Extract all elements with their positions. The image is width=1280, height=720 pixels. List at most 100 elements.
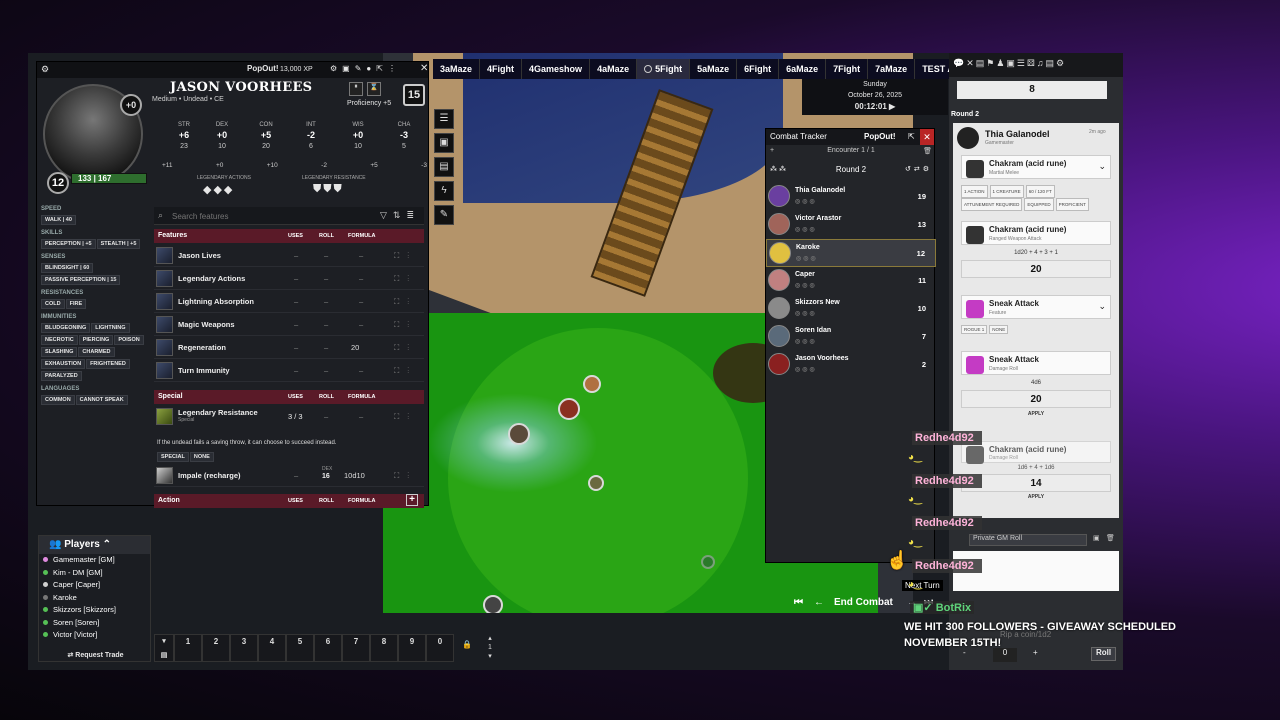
add-action-icon[interactable]: + (406, 494, 418, 506)
lightning-icon[interactable]: ϟ (434, 181, 454, 201)
feature-menu-icon[interactable]: ⛶⋮ (394, 343, 417, 353)
combatant-row[interactable]: Caper ◎◎◎ 11 (766, 267, 936, 295)
legendary-action-pips[interactable]: ◆◆◆ (203, 183, 234, 196)
combatant-row[interactable]: Skizzors New ◎◎◎ 10 (766, 295, 936, 323)
special-row[interactable]: Legendary Resistance Special 3 / 3 – – ⛶⋮ (154, 405, 424, 428)
list-icon[interactable]: ☰ (434, 109, 454, 129)
hourglass-icon[interactable]: ⌛ (367, 82, 381, 96)
impale-row[interactable]: Impale (recharge) – DEX 16 10d10 ⛶⋮ (154, 464, 424, 487)
previous-roll-total[interactable]: 8 (957, 81, 1107, 99)
feature-row[interactable]: Legendary Actions – – – ⛶⋮ (154, 267, 424, 290)
initiative-badge[interactable]: +0 (120, 94, 142, 116)
hotbar-controls[interactable]: ▾ ▤ (154, 634, 174, 662)
combatant-initiative[interactable]: 11 (918, 276, 926, 285)
save-con[interactable]: +10 (267, 162, 278, 169)
player-entry[interactable]: Soren [Soren] (39, 617, 150, 630)
ability-con[interactable]: CON +5 20 (247, 122, 285, 150)
apply-damage-button[interactable]: APPLY (961, 411, 1111, 417)
macro-slot[interactable]: 9 (398, 634, 426, 662)
feature-row[interactable]: Turn Immunity – – – ⛶⋮ (154, 359, 424, 382)
save-str[interactable]: +11 (162, 162, 173, 169)
round-controls-icon[interactable]: ↺⇄⚙ (905, 165, 932, 173)
damage-total[interactable]: 14 (961, 474, 1111, 492)
first-turn-icon[interactable]: ⏮ (794, 597, 803, 608)
feature-row[interactable]: Magic Weapons – – – ⛶⋮ (154, 313, 424, 336)
scene-tab-3amaze[interactable]: 3aMaze (433, 59, 481, 79)
save-cha[interactable]: -3 (421, 162, 427, 169)
scene-tab-6amaze[interactable]: 6aMaze (779, 59, 827, 79)
damage-card[interactable]: Chakram (acid rune) Damage Roll (961, 441, 1111, 464)
ability-cha[interactable]: CHA -3 5 (385, 122, 423, 150)
scene-tab-4fight[interactable]: 4Fight (480, 59, 523, 79)
combatant-status-icons[interactable]: ◎◎◎ (795, 366, 817, 373)
combatant-avatar[interactable] (768, 185, 790, 207)
feature-menu-icon[interactable]: ⛶⋮ (394, 366, 417, 376)
lock-icon[interactable]: ▣ (434, 133, 454, 153)
combatant-avatar[interactable] (768, 325, 790, 347)
player-entry[interactable]: Caper [Caper] (39, 579, 150, 592)
combatant-status-icons[interactable]: ◎◎◎ (795, 310, 817, 317)
external-link-icon[interactable]: ⇱ (908, 129, 915, 145)
save-wis[interactable]: +5 (370, 162, 377, 169)
feature-row[interactable]: Lightning Absorption – – – ⛶⋮ (154, 290, 424, 313)
scene-tab-6fight[interactable]: 6Fight (737, 59, 780, 79)
chevron-down-icon[interactable]: ⌄ (1098, 161, 1106, 172)
legendary-resistance-pips[interactable]: ⛊⛊⛊ (313, 183, 344, 196)
feature-menu-icon[interactable]: ⛶⋮ (394, 251, 417, 261)
combatant-status-icons[interactable]: ◎◎◎ (795, 282, 817, 289)
apply-damage-button[interactable]: APPLY (961, 494, 1111, 500)
feature-menu-icon[interactable]: ⛶⋮ (394, 297, 417, 307)
feature-row[interactable]: Jason Lives – – – ⛶⋮ (154, 244, 424, 267)
end-combat-button[interactable]: End Combat (834, 597, 893, 608)
trash-icon[interactable]: 🗑 (923, 147, 932, 155)
player-entry[interactable]: Karoke (39, 592, 150, 605)
scroll-icon[interactable]: ▤ (434, 157, 454, 177)
rest-icon[interactable]: ⏸ (349, 82, 363, 96)
special-uses[interactable]: 3 / 3 (288, 412, 303, 421)
settings-icon[interactable]: ⚙ (41, 64, 49, 75)
macro-slot[interactable]: 7 (342, 634, 370, 662)
scene-tab-5amaze[interactable]: 5aMaze (690, 59, 738, 79)
attack-total[interactable]: 20 (961, 260, 1111, 278)
skill-chip[interactable]: STEALTH | +5 (96, 239, 141, 249)
combatant-avatar[interactable] (768, 297, 790, 319)
impale-menu-icon[interactable]: ⛶⋮ (394, 471, 417, 481)
save-icon[interactable]: ▣ (1093, 534, 1100, 542)
player-entry[interactable]: Gamemaster [GM] (39, 554, 150, 567)
add-encounter-icon[interactable]: + (770, 147, 774, 154)
macro-slot[interactable]: 5 (286, 634, 314, 662)
combatant-initiative[interactable]: 2 (922, 360, 926, 369)
token-marker[interactable] (701, 555, 715, 569)
macro-slot[interactable]: 1 (174, 634, 202, 662)
combatant-row[interactable]: Soren Idan ◎◎◎ 7 (766, 323, 936, 351)
token-bottom[interactable] (483, 595, 503, 613)
trash-icon[interactable]: 🗑 (1106, 534, 1115, 542)
close-icon[interactable]: ✕ (420, 63, 428, 74)
token-small[interactable] (588, 475, 604, 491)
scene-tab-4gameshow[interactable]: 4Gameshow (522, 59, 591, 79)
scene-tab-7amaze[interactable]: 7aMaze (868, 59, 916, 79)
impale-formula[interactable]: 10d10 (344, 471, 365, 480)
macro-slot[interactable]: 2 (202, 634, 230, 662)
special-menu-icon[interactable]: ⛶⋮ (394, 412, 417, 422)
combatant-row[interactable]: Victor Arastor ◎◎◎ 13 (766, 211, 936, 239)
feature-row[interactable]: Regeneration – – 20 ⛶⋮ (154, 336, 424, 359)
sheet-toolbar-icons[interactable]: ⚙▣✎●⇱⋮ (330, 64, 401, 73)
combatant-status-icons[interactable]: ◎◎◎ (795, 226, 817, 233)
combatant-row[interactable]: Thia Galanodel ◎◎◎ 19 (766, 183, 936, 211)
combatant-row[interactable]: Karoke ◎◎◎ 12 (766, 239, 936, 267)
impale-roll[interactable]: 16 (322, 473, 330, 480)
scene-tab-5fight[interactable]: 5Fight (637, 59, 691, 79)
save-dex[interactable]: +0 (216, 162, 223, 169)
macro-slot[interactable]: 3 (230, 634, 258, 662)
player-entry[interactable]: Victor [Victor] (39, 629, 150, 642)
ability-wis[interactable]: WIS +0 10 (339, 122, 377, 150)
calendar-time[interactable]: 00:12:01 ▶ (802, 101, 948, 112)
combatant-avatar[interactable] (768, 269, 790, 291)
sidebar-tabs[interactable]: 💬✕▤⚑♟▣☰⚄♫▤⚙ (949, 53, 1123, 77)
combatant-status-icons[interactable]: ◎◎◎ (795, 338, 817, 345)
combatant-avatar[interactable] (769, 242, 791, 264)
roll-mode-select[interactable]: Private GM Roll (969, 534, 1087, 546)
scene-tab-4amaze[interactable]: 4aMaze (590, 59, 638, 79)
combatant-initiative[interactable]: 7 (922, 332, 926, 341)
